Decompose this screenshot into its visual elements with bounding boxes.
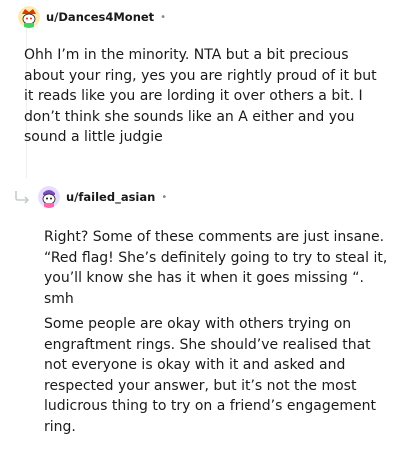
snoo-avatar-icon[interactable] (38, 186, 60, 208)
reply-arrow-icon (15, 191, 30, 204)
comment-body: Some people are okay with others trying … (44, 316, 376, 435)
separator-dot: • (160, 11, 167, 23)
comment-header: u/Dances4Monet • (18, 6, 166, 28)
separator-dot: • (161, 191, 168, 203)
comment-header: u/failed_asian • (38, 186, 167, 208)
comment-body: Right? Some of these comments are just i… (44, 229, 388, 307)
comment-body: Ohh I’m in the minority. NTA but a bit p… (24, 47, 377, 145)
snoo-avatar-icon[interactable] (18, 6, 40, 28)
username[interactable]: u/failed_asian (66, 190, 155, 204)
username[interactable]: u/Dances4Monet (46, 10, 154, 24)
